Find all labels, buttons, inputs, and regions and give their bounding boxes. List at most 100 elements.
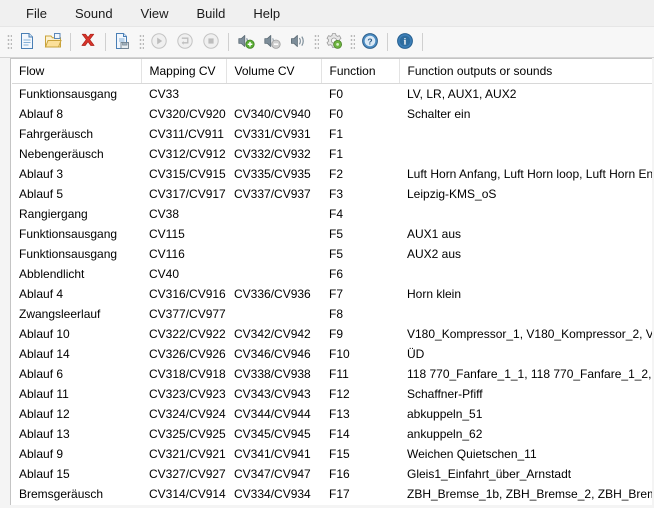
- table-row[interactable]: Ablauf 4 CV316/CV916 CV336/CV936 F7 Horn kle…: [11, 284, 652, 304]
- toolbar-grip[interactable]: [7, 33, 12, 51]
- table-row[interactable]: Keine BremseCV376/CV976 F18: [11, 504, 652, 505]
- menu-view[interactable]: View: [129, 2, 181, 25]
- sound-button[interactable]: [285, 29, 311, 55]
- loop-button[interactable]: [172, 29, 198, 55]
- column-header-mapping-cv[interactable]: Mapping CV: [141, 59, 227, 84]
- delete-button[interactable]: [75, 29, 101, 55]
- cell-volume-cv: CV343/CV943: [234, 387, 311, 401]
- menu-build[interactable]: Build: [185, 2, 238, 25]
- info-icon: i: [396, 32, 414, 53]
- settings-button[interactable]: [321, 29, 347, 55]
- table-row[interactable]: Fahrgeräusch CV311/CV911 CV331/CV931 F1: [11, 124, 652, 144]
- cell-function: F0: [329, 87, 344, 101]
- table-row[interactable]: Ablauf 11 CV323/CV923 CV343/CV943 F12 Schaff…: [11, 384, 652, 404]
- table-row[interactable]: Ablauf 14 CV326/CV926 CV346/CV946 F10 ÜD: [11, 344, 652, 364]
- table-row[interactable]: Funktionsausgang CV116 F5 AUX2 aus: [11, 244, 652, 264]
- remove-sound-button[interactable]: [259, 29, 285, 55]
- table-row[interactable]: Bremsgeräusch CV314/CV914 CV334/CV934 F17 ZB…: [11, 484, 652, 504]
- menu-file[interactable]: File: [14, 2, 59, 25]
- table-row[interactable]: Ablauf 13 CV325/CV925 CV345/CV945 F14 ankupp…: [11, 424, 652, 444]
- cell-volume-cv: [226, 504, 321, 505]
- column-header-flow[interactable]: Flow: [11, 59, 142, 84]
- cell-volume-cv: [226, 244, 321, 264]
- stop-button[interactable]: [198, 29, 224, 55]
- menu-sound[interactable]: Sound: [63, 2, 125, 25]
- cell-outputs: abkuppeln_51: [407, 407, 483, 421]
- toolbar-grip[interactable]: [139, 33, 144, 51]
- table-row[interactable]: Ablauf 12 CV324/CV924 CV344/CV944 F13 abkupp…: [11, 404, 652, 424]
- open-folder-button[interactable]: [40, 29, 66, 55]
- play-button[interactable]: [146, 29, 172, 55]
- cell-flow: Ablauf 4: [19, 287, 64, 301]
- column-header-function[interactable]: Function: [321, 59, 400, 84]
- cell-flow: Zwangsleerlauf: [19, 307, 101, 321]
- cell-function: F10: [329, 347, 350, 361]
- table-row[interactable]: Rangiergang CV38 F4: [11, 204, 652, 224]
- speaker-icon: [289, 32, 307, 53]
- table-row[interactable]: Zwangsleerlauf CV377/CV977 F8: [11, 304, 652, 324]
- delete-x-icon: [79, 32, 97, 53]
- svg-text:?: ?: [367, 36, 372, 46]
- table-row[interactable]: Ablauf 15 CV327/CV927 CV347/CV947 F16 Gleis1…: [11, 464, 652, 484]
- table-header: Flow Mapping CV Volume CV Function Funct…: [11, 59, 652, 84]
- cell-volume-cv: [226, 264, 321, 284]
- toolbar-separator: [105, 33, 106, 51]
- cell-mapping-cv: CV40: [149, 267, 180, 281]
- cell-function: F1: [329, 127, 344, 141]
- toolbar-separator: [422, 33, 423, 51]
- table-row[interactable]: Ablauf 9 CV321/CV921 CV341/CV941 F15 Weichen…: [11, 444, 652, 464]
- table-row[interactable]: Funktionsausgang CV33 F0 LV, LR, AUX1, AUX2: [11, 84, 652, 105]
- cell-mapping-cv: CV324/CV924: [149, 407, 226, 421]
- cell-function: F17: [329, 487, 350, 501]
- cell-volume-cv: [226, 84, 321, 105]
- cell-flow: Fahrgeräusch: [19, 127, 94, 141]
- cell-flow: Ablauf 12: [19, 407, 70, 421]
- help-icon: ?: [361, 32, 379, 53]
- cell-function: F1: [329, 147, 344, 161]
- cell-flow: Abblendlicht: [19, 267, 85, 281]
- table-row[interactable]: Funktionsausgang CV115 F5 AUX1 aus: [11, 224, 652, 244]
- cell-flow: Ablauf 3: [19, 167, 64, 181]
- menu-help[interactable]: Help: [241, 2, 292, 25]
- cell-mapping-cv: CV327/CV927: [149, 467, 226, 481]
- help-button[interactable]: ?: [357, 29, 383, 55]
- cell-outputs: ZBH_Bremse_1b, ZBH_Bremse_2, ZBH_Bremse_…: [407, 487, 652, 501]
- cell-outputs: AUX2 aus: [407, 247, 462, 261]
- cell-outputs: Schalter ein: [407, 107, 471, 121]
- cell-flow: Keine Bremse: [11, 504, 141, 505]
- flow-table-container[interactable]: Flow Mapping CV Volume CV Function Funct…: [10, 58, 652, 505]
- info-button[interactable]: i: [392, 29, 418, 55]
- cell-flow: Funktionsausgang: [19, 87, 118, 101]
- cell-mapping-cv: CV376/CV976: [141, 504, 226, 505]
- cell-function: F16: [329, 467, 350, 481]
- loop-icon: [176, 32, 194, 53]
- table-row[interactable]: Abblendlicht CV40 F6: [11, 264, 652, 284]
- cell-outputs: Leipzig-KMS_oS: [407, 187, 497, 201]
- table-row[interactable]: Ablauf 6 CV318/CV918 CV338/CV938 F11 118 770…: [11, 364, 652, 384]
- cell-function: F2: [329, 167, 344, 181]
- table-row[interactable]: Ablauf 5 CV317/CV917 CV337/CV937 F3 Leipzig-…: [11, 184, 652, 204]
- flow-table: Flow Mapping CV Volume CV Function Funct…: [11, 59, 652, 505]
- table-row[interactable]: Ablauf 3 CV315/CV915 CV335/CV935 F2 Luft Hor…: [11, 164, 652, 184]
- table-row[interactable]: Nebengeräusch CV312/CV912 CV332/CV932 F1: [11, 144, 652, 164]
- cell-function: F15: [329, 447, 350, 461]
- save-as-button[interactable]: [110, 29, 136, 55]
- column-header-outputs[interactable]: Function outputs or sounds: [399, 59, 652, 84]
- table-body: Funktionsausgang CV33 F0 LV, LR, AUX1, AUX2…: [11, 84, 652, 506]
- cell-function: F3: [329, 187, 344, 201]
- cell-flow: Ablauf 8: [19, 107, 64, 121]
- add-sound-button[interactable]: [233, 29, 259, 55]
- cell-mapping-cv: CV115: [149, 227, 185, 241]
- table-row[interactable]: Ablauf 10 CV322/CV922 CV342/CV942 F9 V180_Ko…: [11, 324, 652, 344]
- cell-volume-cv: CV332/CV932: [234, 147, 311, 161]
- cell-volume-cv: CV338/CV938: [234, 367, 311, 381]
- table-header-row: Flow Mapping CV Volume CV Function Funct…: [11, 59, 652, 84]
- toolbar-grip[interactable]: [350, 33, 355, 51]
- cell-flow: Funktionsausgang: [19, 227, 118, 241]
- stop-icon: [202, 32, 220, 53]
- new-document-button[interactable]: [14, 29, 40, 55]
- table-row[interactable]: Ablauf 8 CV320/CV920 CV340/CV940 F0 Schalter…: [11, 104, 652, 124]
- toolbar-grip[interactable]: [314, 33, 319, 51]
- column-header-volume-cv[interactable]: Volume CV: [226, 59, 322, 84]
- cell-volume-cv: CV331/CV931: [234, 127, 311, 141]
